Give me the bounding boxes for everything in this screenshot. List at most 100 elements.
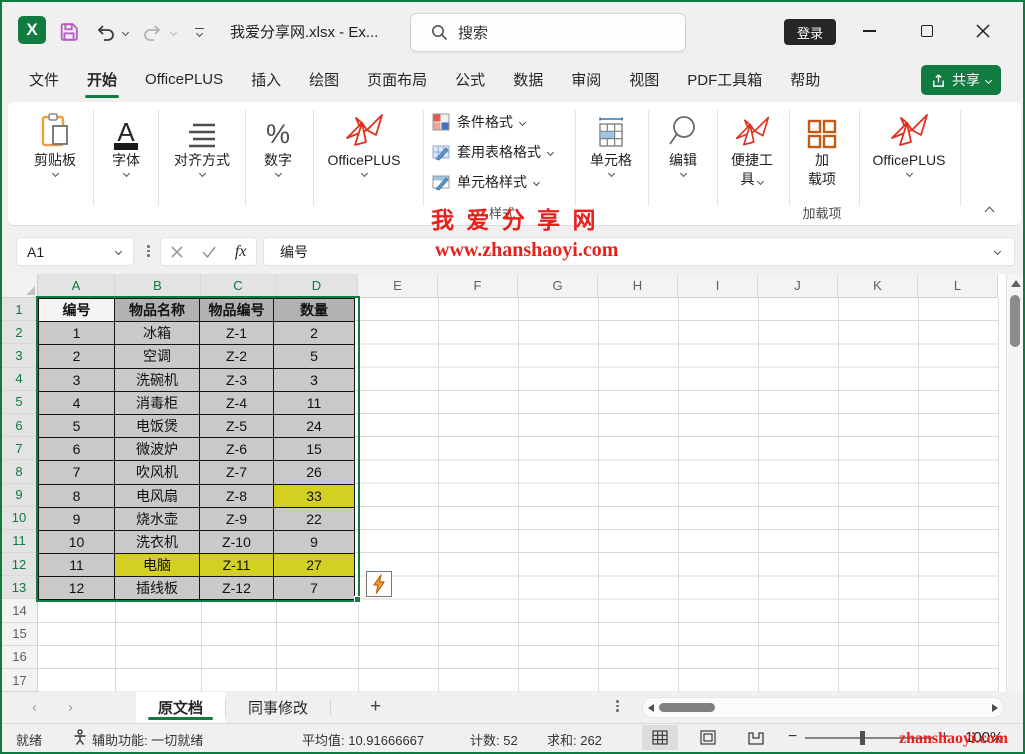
select-all-corner[interactable] [2,274,38,298]
zoom-level[interactable]: 100% [965,729,1003,746]
cell-C3[interactable]: Z-2 [200,345,274,368]
horizontal-scroll-thumb[interactable] [659,703,715,712]
cell-B12[interactable]: 电脑 [115,554,200,577]
cell-C7[interactable]: Z-6 [200,438,274,461]
addins-button[interactable]: 加 载项 [794,108,850,188]
col-header-I[interactable]: I [678,274,758,298]
zoom-slider-thumb[interactable] [860,731,865,745]
cell-A4[interactable]: 3 [39,368,115,391]
col-header-L[interactable]: L [918,274,998,298]
cell-B2[interactable]: 冰箱 [115,322,200,345]
col-header-K[interactable]: K [838,274,918,298]
cell-A8[interactable]: 7 [39,461,115,484]
row-header-8[interactable]: 8 [2,460,38,483]
page-break-view-button[interactable] [738,725,774,750]
signin-button[interactable]: 登录 [784,19,836,45]
save-icon[interactable] [56,19,82,45]
col-header-C[interactable]: C [201,274,276,298]
row-header-12[interactable]: 12 [2,553,38,576]
cell-A6[interactable]: 5 [39,414,115,437]
excel-logo-icon[interactable]: X [18,16,46,44]
row-header-6[interactable]: 6 [2,414,38,437]
zoom-in-icon[interactable]: + [940,728,949,745]
font-group-button[interactable]: A 字体 [94,108,158,176]
cell-D8[interactable]: 26 [274,461,355,484]
enter-icon[interactable] [202,246,216,258]
cell-D10[interactable]: 22 [274,507,355,530]
row-header-9[interactable]: 9 [2,484,38,507]
col-header-F[interactable]: F [438,274,518,298]
cell-D7[interactable]: 15 [274,438,355,461]
addins-group-label[interactable]: 加载项 [789,203,855,222]
cell-C12[interactable]: Z-11 [200,554,274,577]
cell-A2[interactable]: 1 [39,322,115,345]
row-header-16[interactable]: 16 [2,646,38,669]
header-cell[interactable]: 数量 [274,299,355,322]
alignment-group-button[interactable]: 对齐方式 [164,108,240,176]
cells-group-button[interactable]: 单元格 [580,108,642,176]
col-header-B[interactable]: B [115,274,201,298]
col-header-A[interactable]: A [38,274,115,298]
cell-C10[interactable]: Z-9 [200,507,274,530]
cell-B8[interactable]: 吹风机 [115,461,200,484]
data-table[interactable]: 编号物品名称物品编号数量1冰箱Z-122空调Z-253洗碗机Z-334消毒柜Z-… [38,298,355,600]
row-header-3[interactable]: 3 [2,344,38,367]
cell-B7[interactable]: 微波炉 [115,438,200,461]
cell-D3[interactable]: 5 [274,345,355,368]
maximize-button[interactable] [905,16,949,46]
tab-审阅[interactable]: 审阅 [571,69,601,92]
cell-B6[interactable]: 电饭煲 [115,414,200,437]
cell-B13[interactable]: 插线板 [115,577,200,600]
tab-OfficePLUS[interactable]: OfficePLUS [145,71,223,90]
search-input[interactable]: 搜索 [410,13,686,52]
cell-D6[interactable]: 24 [274,414,355,437]
normal-view-button[interactable] [642,725,678,750]
cell-D13[interactable]: 7 [274,577,355,600]
sheet-nav-right-icon[interactable]: › [68,699,73,716]
sheet-tab-原文档[interactable]: 原文档 [136,692,225,723]
tab-绘图[interactable]: 绘图 [309,69,339,92]
handy-tools-group-button[interactable]: 便捷工 具 [720,108,784,188]
name-box[interactable]: A1 [16,237,134,266]
active-cell-A1[interactable]: 编号 [39,299,115,322]
row-header-5[interactable]: 5 [2,391,38,414]
scroll-right-icon[interactable] [992,704,998,712]
customize-qat-icon[interactable] [190,19,208,45]
accessibility-status[interactable]: 辅助功能: 一切就绪 [92,730,203,749]
cell-B4[interactable]: 洗碗机 [115,368,200,391]
scroll-up-icon[interactable] [1011,280,1021,287]
cell-C8[interactable]: Z-7 [200,461,274,484]
cell-B5[interactable]: 消毒柜 [115,391,200,414]
redo-dropdown-icon[interactable] [166,19,180,45]
cell-D11[interactable]: 9 [274,530,355,553]
zoom-slider-track[interactable] [805,737,933,739]
cell-A12[interactable]: 11 [39,554,115,577]
cell-A5[interactable]: 4 [39,391,115,414]
cell-C2[interactable]: Z-1 [200,322,274,345]
conditional-formatting-button[interactable]: 条件格式 [432,110,525,134]
cell-D4[interactable]: 3 [274,368,355,391]
collapse-ribbon-icon[interactable] [986,202,993,220]
col-header-D[interactable]: D [276,274,358,298]
col-header-G[interactable]: G [518,274,598,298]
cell-D2[interactable]: 2 [274,322,355,345]
row-header-17[interactable]: 17 [2,669,38,692]
tab-PDF工具箱[interactable]: PDF工具箱 [687,69,762,92]
col-header-J[interactable]: J [758,274,838,298]
expand-formula-bar-icon[interactable] [994,248,1001,255]
insert-function-icon[interactable]: fx [235,243,247,261]
row-header-4[interactable]: 4 [2,368,38,391]
cell-B10[interactable]: 烧水壶 [115,507,200,530]
col-header-H[interactable]: H [598,274,678,298]
row-header-1[interactable]: 1 [2,298,38,321]
row-header-2[interactable]: 2 [2,321,38,344]
quick-analysis-button[interactable] [366,571,392,597]
cell-C5[interactable]: Z-4 [200,391,274,414]
redo-icon[interactable] [140,19,166,45]
cell-B3[interactable]: 空调 [115,345,200,368]
cell-styles-button[interactable]: 单元格样式 [432,170,539,194]
tab-数据[interactable]: 数据 [513,69,543,92]
row-header-7[interactable]: 7 [2,437,38,460]
tab-帮助[interactable]: 帮助 [790,69,820,92]
cell-B9[interactable]: 电风扇 [115,484,200,507]
